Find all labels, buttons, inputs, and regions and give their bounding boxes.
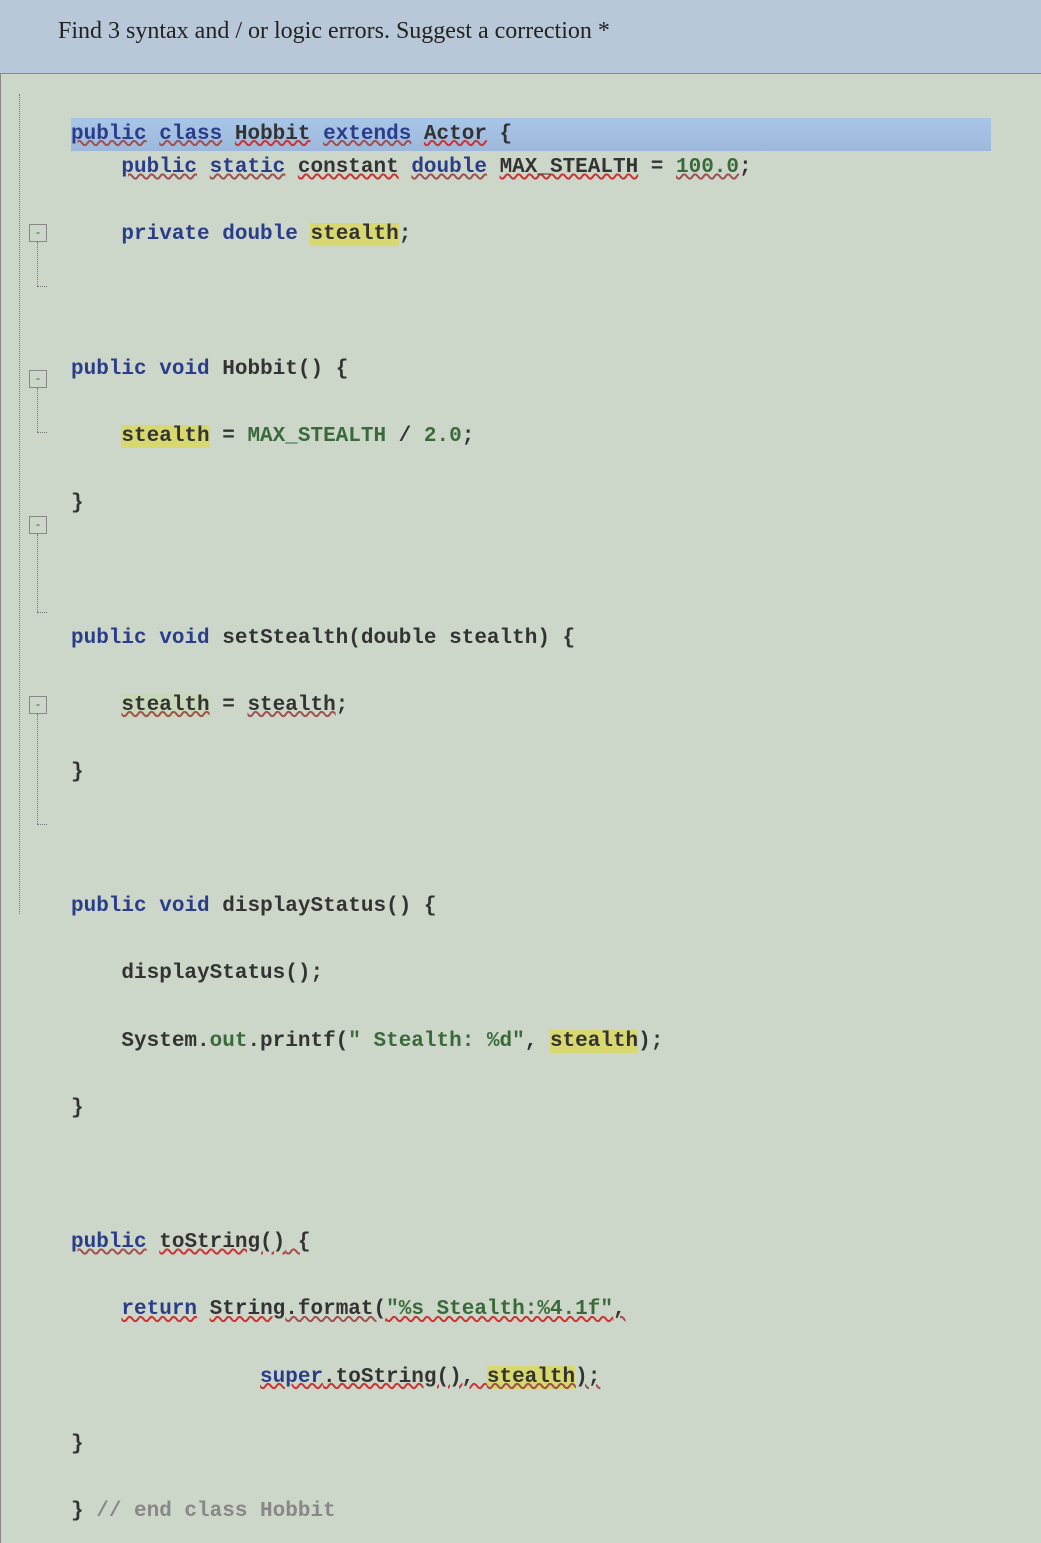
code-line-6: stealth = MAX_STEALTH / 2.0;: [71, 420, 1041, 454]
code-line-19: return String.format("%s Stealth:%4.1f",: [71, 1293, 1041, 1327]
gutter: - - - -: [11, 74, 59, 1543]
code-line-11: }: [71, 756, 1041, 790]
code-line-20: super.toString(), stealth);: [71, 1361, 1041, 1395]
code-line-5: public void Hobbit() {: [71, 353, 1041, 387]
fold-guide: [37, 714, 38, 824]
code-line-16: }: [71, 1092, 1041, 1126]
code-line-2: public static constant double MAX_STEALT…: [71, 151, 1041, 185]
fold-toggle-tostring[interactable]: -: [29, 696, 47, 714]
fold-guide: [37, 534, 38, 612]
code-line-3: private double stealth;: [71, 218, 1041, 252]
fold-guide: [37, 388, 38, 432]
code-line-15: System.out.printf(" Stealth: %d", stealt…: [71, 1025, 1041, 1059]
fold-guide-end: [37, 432, 47, 433]
fold-guide-end: [37, 612, 47, 613]
blank-line: [71, 554, 1041, 588]
code-line-13: public void displayStatus() {: [71, 890, 1041, 924]
fold-guide-end: [37, 824, 47, 825]
fold-toggle-hobbit[interactable]: -: [29, 224, 47, 242]
fold-toggle-setstealth[interactable]: -: [29, 370, 47, 388]
code-line-14: displayStatus();: [71, 957, 1041, 991]
code-line-22: } // end class Hobbit: [71, 1495, 1041, 1529]
fold-guide-end: [37, 286, 47, 287]
question-prompt: Find 3 syntax and / or logic errors. Sug…: [0, 0, 1041, 73]
blank-line: [71, 1159, 1041, 1193]
code-line-10: stealth = stealth;: [71, 689, 1041, 723]
fold-guide: [37, 242, 38, 286]
code-line-21: }: [71, 1428, 1041, 1462]
fold-toggle-displaystatus[interactable]: -: [29, 516, 47, 534]
code-editor: - - - - public class Hobbit extends Acto…: [0, 73, 1041, 1543]
code-content[interactable]: public class Hobbit extends Actor { publ…: [71, 74, 1041, 1543]
code-line-7: }: [71, 487, 1041, 521]
blank-line: [71, 286, 1041, 320]
fold-guide-outer: [19, 94, 20, 914]
code-line-18: public toString() {: [71, 1226, 1041, 1260]
code-line-1: public class Hobbit extends Actor {: [71, 118, 991, 152]
code-line-9: public void setStealth(double stealth) {: [71, 622, 1041, 656]
blank-line: [71, 823, 1041, 857]
